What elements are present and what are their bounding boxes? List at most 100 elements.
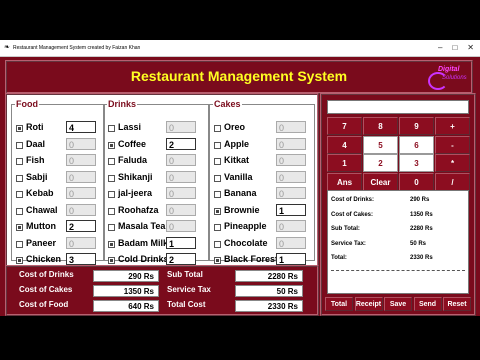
roohafza-qty-input[interactable]: 0	[166, 203, 196, 216]
chawal-label: Chawal	[26, 204, 58, 215]
faluda-qty-input[interactable]: 0	[166, 154, 196, 166]
receipt-line-label: Sub Total:	[331, 226, 360, 232]
kebab-qty-input[interactable]: 0	[66, 187, 96, 199]
roti-label: Roti	[26, 122, 44, 132]
masala-tea-qty-input[interactable]: 0	[166, 220, 196, 232]
calculator-display[interactable]	[327, 100, 469, 114]
fish-qty-input[interactable]: 0	[66, 154, 96, 166]
key-minus-button[interactable]: -	[435, 135, 470, 154]
coffee-qty-input[interactable]: 2	[166, 137, 196, 150]
key-6-button[interactable]: 6	[399, 135, 434, 154]
total-cost-label: Total Cost	[167, 300, 206, 309]
cold-drinks-qty-input[interactable]: 2	[166, 253, 196, 265]
key-9-button[interactable]: 9	[399, 117, 434, 135]
reset-button[interactable]: Reset	[443, 297, 471, 311]
save-button[interactable]: Save	[384, 297, 412, 311]
kitkat-checkbox[interactable]	[214, 158, 221, 165]
key-multiply-button[interactable]: *	[435, 154, 470, 172]
receipt-line-label: Service Tax:	[331, 240, 366, 247]
header-bar: Restaurant Management System Digital Sol…	[5, 60, 473, 94]
key-clear-button[interactable]: Clear	[363, 172, 398, 191]
mutton-qty-input[interactable]: 2	[66, 220, 96, 232]
key-0-button[interactable]: 0	[399, 172, 434, 191]
receipt-divider	[331, 270, 465, 271]
page-title: Restaurant Management System	[130, 68, 348, 84]
key-7-button[interactable]: 7	[327, 117, 362, 135]
coffee-checkbox[interactable]	[108, 141, 115, 149]
daal-checkbox[interactable]	[16, 141, 23, 149]
paneer-checkbox[interactable]	[16, 240, 23, 248]
lassi-checkbox[interactable]	[108, 125, 115, 132]
badam-milk-checkbox[interactable]	[108, 240, 115, 248]
kebab-checkbox[interactable]	[16, 191, 23, 198]
roohafza-checkbox[interactable]	[108, 207, 115, 215]
shikanji-checkbox[interactable]	[108, 174, 115, 182]
drinks-item-coffee: Coffee 2	[106, 137, 198, 152]
key-divide-button[interactable]: /	[435, 172, 470, 191]
vanilla-checkbox[interactable]	[214, 174, 221, 182]
roti-checkbox[interactable]	[16, 125, 23, 132]
chicken-checkbox[interactable]	[16, 257, 23, 264]
key-5-button[interactable]: 5	[363, 135, 398, 154]
brownie-qty-input[interactable]: 1	[276, 203, 306, 216]
cold-drinks-checkbox[interactable]	[108, 257, 115, 264]
receipt-button[interactable]: Receipt	[354, 297, 383, 311]
sabji-qty-input[interactable]: 0	[66, 170, 96, 183]
key-ans-button[interactable]: Ans	[327, 172, 362, 191]
receipt-line-label: Cost of Drinks:	[331, 197, 375, 203]
apple-qty-input[interactable]: 0	[276, 137, 306, 150]
drinks-item-badam-milk: Badam Milk 1	[106, 236, 198, 251]
kitkat-qty-input[interactable]: 0	[276, 154, 306, 166]
key-1-button[interactable]: 1	[327, 154, 362, 172]
jal-jeera-checkbox[interactable]	[108, 191, 115, 198]
receipt-line-label: Total:	[331, 255, 347, 261]
minimize-icon[interactable]: –	[438, 43, 442, 52]
black-forest-qty-input[interactable]: 1	[276, 253, 306, 265]
oreo-checkbox[interactable]	[214, 125, 221, 132]
badam-milk-qty-input[interactable]: 1	[166, 236, 196, 249]
mutton-checkbox[interactable]	[16, 224, 23, 231]
apple-checkbox[interactable]	[214, 141, 221, 149]
subtotal-label: Sub Total	[167, 270, 203, 279]
total-cost-field: 2330 Rs	[235, 300, 303, 312]
paneer-qty-input[interactable]: 0	[66, 236, 96, 249]
masala-tea-checkbox[interactable]	[108, 224, 115, 231]
key-4-button[interactable]: 4	[327, 135, 362, 154]
chocolate-qty-input[interactable]: 0	[276, 236, 306, 249]
daal-qty-input[interactable]: 0	[66, 137, 96, 150]
banana-checkbox[interactable]	[214, 191, 221, 198]
close-icon[interactable]: ✕	[467, 43, 474, 52]
roti-qty-input[interactable]: 4	[66, 121, 96, 133]
sabji-checkbox[interactable]	[16, 174, 23, 182]
chawal-qty-input[interactable]: 0	[66, 203, 96, 216]
receipt-area[interactable]: Cost of Drinks: 290 Rs Cost of Cakes: 1350 …	[327, 190, 469, 294]
food-group: Food Roti 4 Daal 0 Fish 0 Sabji 0 Kebab 0 Chawal 0 M…	[11, 99, 105, 265]
key-2-button[interactable]: 2	[363, 154, 398, 172]
cakes-item-chocolate: Chocolate 0	[212, 236, 308, 251]
faluda-checkbox[interactable]	[108, 158, 115, 165]
shikanji-qty-input[interactable]: 0	[166, 170, 196, 183]
key-plus-button[interactable]: +	[435, 117, 470, 135]
maximize-icon[interactable]: □	[452, 43, 457, 52]
chawal-checkbox[interactable]	[16, 207, 23, 215]
key-3-button[interactable]: 3	[399, 154, 434, 172]
calculator-receipt-panel: 7 8 9 +4 5 6- 1 2 3 * Ans Clear 0/ Cost of Drinks: 29…	[320, 93, 476, 316]
pineapple-checkbox[interactable]	[214, 224, 221, 231]
send-button[interactable]: Send	[413, 297, 442, 311]
banana-label: Banana	[224, 188, 257, 198]
black-forest-checkbox[interactable]	[214, 257, 221, 264]
jal-jeera-qty-input[interactable]: 0	[166, 187, 196, 199]
chocolate-checkbox[interactable]	[214, 240, 221, 248]
banana-qty-input[interactable]: 0	[276, 187, 306, 199]
key-8-button[interactable]: 8	[363, 117, 398, 135]
brownie-checkbox[interactable]	[214, 207, 221, 215]
fish-checkbox[interactable]	[16, 158, 23, 165]
food-item-sabji: Sabji 0	[14, 170, 98, 185]
pineapple-qty-input[interactable]: 0	[276, 220, 306, 232]
chicken-qty-input[interactable]: 3	[66, 253, 96, 265]
lassi-qty-input[interactable]: 0	[166, 121, 196, 133]
total-button[interactable]: Total	[325, 297, 353, 311]
vanilla-qty-input[interactable]: 0	[276, 170, 306, 183]
drinks-item-lassi: Lassi 0	[106, 121, 198, 135]
oreo-qty-input[interactable]: 0	[276, 121, 306, 133]
